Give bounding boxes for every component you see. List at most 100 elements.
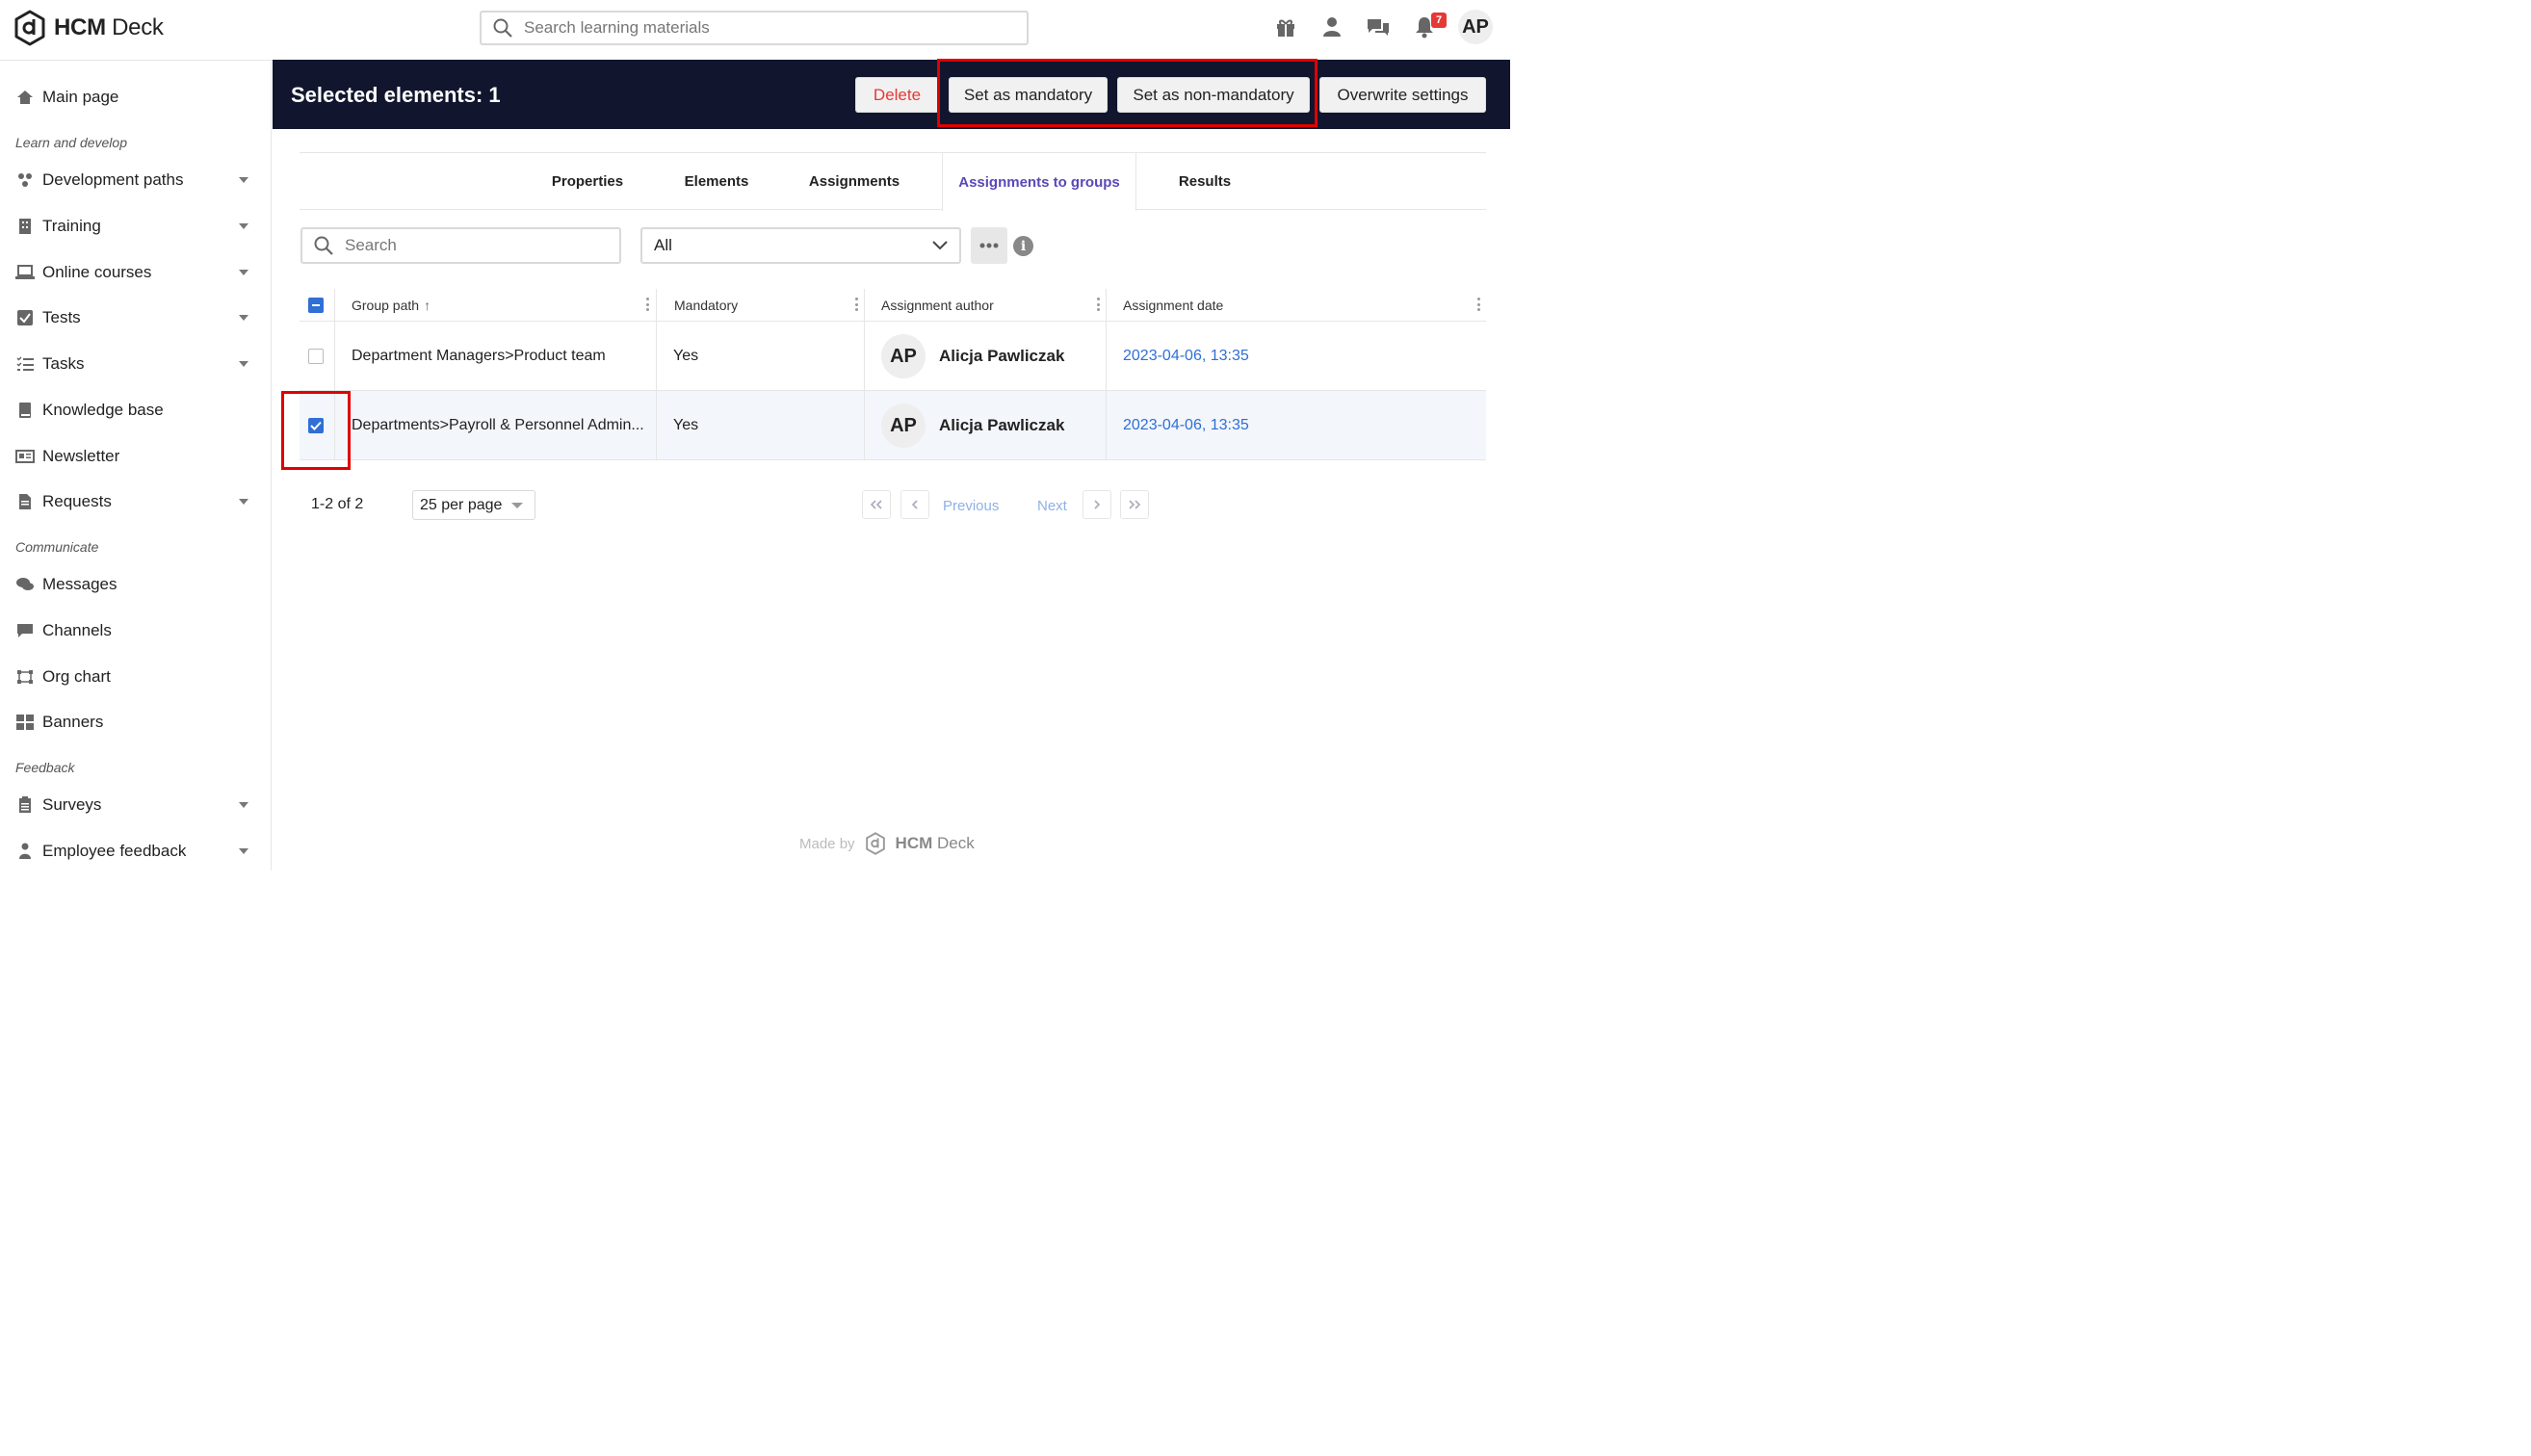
sidebar-item-main-page[interactable]: Main page [15,83,256,112]
profile-icon[interactable] [1319,14,1344,39]
set-mandatory-button[interactable]: Set as mandatory [949,77,1108,113]
notifications-icon[interactable]: 7 [1412,13,1447,39]
row-select-cell [308,322,324,391]
app-logo[interactable]: HCM Deck [13,10,164,46]
selected-count: Selected elements: 1 [291,83,501,107]
column-divider [656,289,657,460]
sidebar-item-employee-feedback[interactable]: Employee feedback [15,837,256,866]
column-menu-icon[interactable] [1477,298,1480,311]
sidebar-item-knowledge-base[interactable]: Knowledge base [15,396,256,425]
table-row[interactable]: Departments>Payroll & Personnel Admin...… [300,391,1486,460]
sidebar-item-label: Knowledge base [42,401,164,419]
sidebar-item-label: Newsletter [42,447,120,465]
row-checkbox[interactable] [308,349,324,364]
caret-down-icon[interactable] [239,223,248,229]
caret-down-icon[interactable] [239,361,248,367]
caret-down-icon[interactable] [239,499,248,505]
table-search-input[interactable] [343,235,619,256]
sidebar-item-training[interactable]: Training [15,212,256,241]
sidebar-item-development-paths[interactable]: Development paths [15,166,256,195]
assignment-date-link[interactable]: 2023-04-06, 13:35 [1123,348,1249,365]
assignment-date-link[interactable]: 2023-04-06, 13:35 [1123,417,1249,434]
hcm-logo-icon [14,10,45,46]
table-row[interactable]: Department Managers>Product team Yes AP … [300,322,1486,391]
filter-select[interactable]: All [640,227,961,264]
chevron-right-icon [1094,500,1101,509]
previous-link[interactable]: Previous [943,498,999,514]
sidebar-item-banners[interactable]: Banners [15,708,256,737]
sidebar-item-label: Requests [42,492,112,510]
column-divider [864,289,865,460]
caret-down-icon[interactable] [239,315,248,321]
tab-properties[interactable]: Properties [535,153,639,210]
column-menu-icon[interactable] [1097,298,1100,311]
column-group-path[interactable]: Group path ↑ [352,289,655,321]
sidebar-item-requests[interactable]: Requests [15,487,256,516]
tab-assignments-to-groups[interactable]: Assignments to groups [942,153,1136,211]
caret-down-icon[interactable] [239,848,248,854]
sidebar-item-surveys[interactable]: Surveys [15,791,256,819]
next-link[interactable]: Next [1037,498,1067,514]
row-select-cell [308,391,324,460]
info-icon[interactable]: i [1013,236,1033,256]
notification-badge: 7 [1431,13,1447,28]
column-menu-icon[interactable] [646,298,649,311]
sidebar-item-online-courses[interactable]: Online courses [15,258,256,287]
sidebar-item-org-chart[interactable]: Org chart [15,663,256,691]
first-page-button[interactable] [862,490,891,519]
select-all-checkbox[interactable] [308,297,324,313]
sidebar-item-label: Surveys [42,795,102,814]
sidebar-item-channels[interactable]: Channels [15,616,256,645]
author-avatar: AP [881,403,926,448]
caret-down-icon[interactable] [239,802,248,808]
table-header: Group path ↑ Mandatory Assignment author… [300,289,1486,322]
sidebar-section-title: Feedback [15,760,75,775]
prev-page-button[interactable] [900,490,929,519]
set-non-mandatory-button[interactable]: Set as non-mandatory [1117,77,1310,113]
chevron-down-icon [932,241,948,250]
table-search[interactable] [300,227,621,264]
more-options-button[interactable] [971,227,1007,264]
row-checkbox[interactable] [308,418,324,433]
gift-icon[interactable] [1273,14,1298,39]
overwrite-settings-button[interactable]: Overwrite settings [1319,77,1486,113]
column-assignment-date[interactable]: Assignment date [1123,289,1486,321]
messages-icon [15,575,35,594]
tab-elements[interactable]: Elements [665,153,768,210]
top-icons: 7 AP [1273,10,1493,44]
last-page-button[interactable] [1120,490,1149,519]
sidebar-item-label: Banners [42,713,104,731]
tab-results[interactable]: Results [1155,153,1255,210]
group-path-cell: Department Managers>Product team [352,348,606,364]
column-mandatory[interactable]: Mandatory [674,289,864,321]
column-assignment-author[interactable]: Assignment author [881,289,1106,321]
caret-down-icon[interactable] [239,177,248,183]
search-icon [314,236,333,255]
sidebar-item-newsletter[interactable]: Newsletter [15,442,256,471]
training-icon [15,217,35,236]
global-search-input[interactable] [522,17,1027,39]
column-author-label: Assignment author [881,297,994,313]
date-cell: 2023-04-06, 13:35 [1123,322,1249,391]
selection-action-bar: Selected elements: 1 Delete Set as manda… [273,60,1510,129]
delete-button[interactable]: Delete [855,77,939,113]
global-search[interactable] [480,11,1029,45]
column-menu-icon[interactable] [855,298,858,311]
sidebar-item-label: Online courses [42,263,152,281]
filter-select-value: All [654,236,672,254]
tab-assignments[interactable]: Assignments [791,153,918,210]
per-page-select[interactable]: 25 per page [412,490,535,520]
sidebar-item-tests[interactable]: Tests [15,303,256,332]
sidebar-item-tasks[interactable]: Tasks [15,350,256,378]
footer: Made by HCM Deck [799,832,975,855]
book-icon [15,401,35,420]
caret-down-icon[interactable] [239,270,248,275]
chat-icon[interactable] [1366,14,1391,39]
column-divider [334,289,335,460]
footer-brand: HCM Deck [895,834,975,852]
app-logo-text: HCM Deck [54,14,164,40]
next-page-button[interactable] [1083,490,1111,519]
user-avatar[interactable]: AP [1458,10,1493,44]
double-chevron-right-icon [1129,500,1141,509]
sidebar-item-messages[interactable]: Messages [15,570,256,599]
